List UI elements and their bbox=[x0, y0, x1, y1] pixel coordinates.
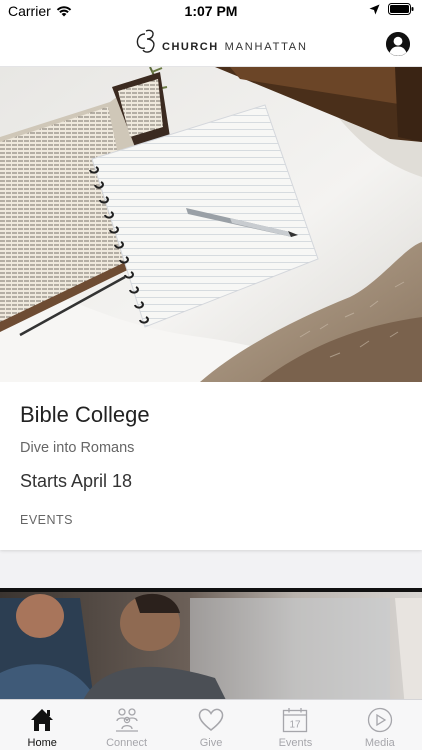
logo-primary-text: CHURCH bbox=[162, 41, 219, 53]
tab-bar: Home Connect Give 17 Events Media bbox=[0, 699, 422, 750]
tab-media[interactable]: Media bbox=[338, 700, 422, 750]
event-subtitle: Dive into Romans bbox=[20, 440, 135, 456]
tab-label-media: Media bbox=[364, 737, 395, 749]
nav-bar: CHURCH MANHATTAN bbox=[0, 22, 422, 67]
content-feed: Bible College Dive into Romans Starts Ap… bbox=[0, 67, 422, 699]
event-card-body: Bible College Dive into Romans Starts Ap… bbox=[0, 382, 422, 550]
app-screen: Carrier 1:07 PM CHURCH MANHATTAN Bible C… bbox=[0, 0, 422, 750]
status-right bbox=[369, 3, 414, 15]
church-logo[interactable]: CHURCH MANHATTAN bbox=[136, 28, 308, 58]
location-arrow-icon bbox=[369, 4, 380, 14]
tab-label-events: Events bbox=[278, 737, 313, 749]
tab-connect[interactable]: Connect bbox=[84, 700, 168, 750]
home-icon bbox=[31, 709, 54, 731]
tab-events[interactable]: 17 Events bbox=[253, 700, 337, 750]
event-card[interactable]: Bible College Dive into Romans Starts Ap… bbox=[0, 67, 422, 550]
play-icon bbox=[367, 707, 392, 733]
event-title: Bible College bbox=[20, 402, 150, 427]
calendar-day: 17 bbox=[290, 720, 302, 731]
tab-label-home: Home bbox=[27, 737, 57, 749]
people-icon bbox=[115, 708, 138, 732]
status-time: 1:07 PM bbox=[184, 3, 238, 19]
event-category: EVENTS bbox=[20, 513, 74, 527]
battery-icon bbox=[388, 3, 414, 15]
feed-card-preview[interactable] bbox=[0, 588, 422, 699]
tab-give[interactable]: Give bbox=[169, 700, 253, 750]
logo-secondary-text: MANHATTAN bbox=[224, 41, 308, 53]
event-card-image bbox=[0, 67, 422, 382]
calendar-icon: 17 bbox=[283, 708, 308, 733]
heart-icon bbox=[198, 708, 224, 731]
tab-label-connect: Connect bbox=[106, 737, 148, 749]
feed-card-preview-image bbox=[0, 588, 422, 699]
status-bar: Carrier 1:07 PM bbox=[0, 0, 422, 22]
tab-label-give: Give bbox=[199, 737, 223, 749]
tab-home[interactable]: Home bbox=[0, 700, 84, 750]
logo-mark-icon bbox=[136, 29, 155, 53]
user-avatar-icon bbox=[386, 32, 410, 56]
profile-button[interactable] bbox=[386, 32, 410, 56]
event-date: Starts April 18 bbox=[20, 471, 133, 491]
